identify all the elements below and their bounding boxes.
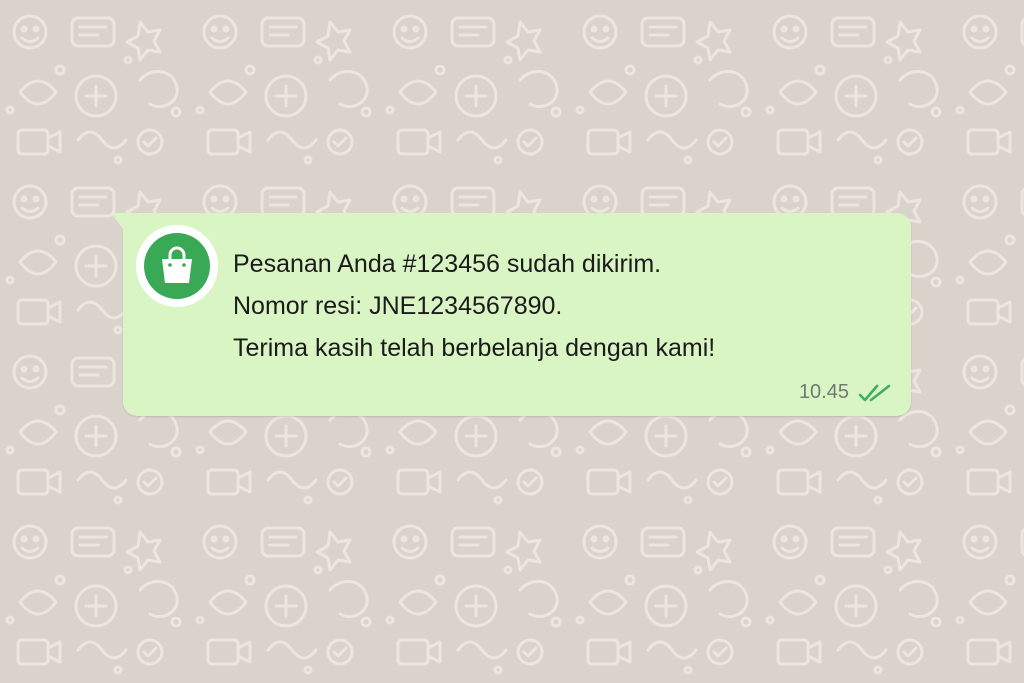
shopping-bag-icon bbox=[162, 246, 192, 283]
message-line-order: Pesanan Anda #123456 sudah dikirim. bbox=[233, 250, 662, 278]
message-text: Pesanan Anda #123456 sudah dikirim. Nomo… bbox=[233, 243, 891, 369]
message-timestamp: 10.45 bbox=[798, 381, 849, 403]
double-check-read-icon bbox=[858, 384, 891, 401]
message-line-thanks: Terima kasih telah berbelanja dengan kam… bbox=[233, 334, 716, 362]
incoming-message-bubble[interactable]: Pesanan Anda #123456 sudah dikirim. Nomo… bbox=[111, 213, 911, 416]
avatar-background bbox=[144, 233, 210, 299]
chat-area: Pesanan Anda #123456 sudah dikirim. Nomo… bbox=[0, 0, 1024, 683]
bubble-tail bbox=[111, 213, 123, 229]
message-meta: 10.45 bbox=[799, 381, 893, 404]
message-line-tracking: Nomor resi: JNE1234567890. bbox=[233, 292, 563, 320]
sender-avatar[interactable] bbox=[136, 225, 218, 307]
